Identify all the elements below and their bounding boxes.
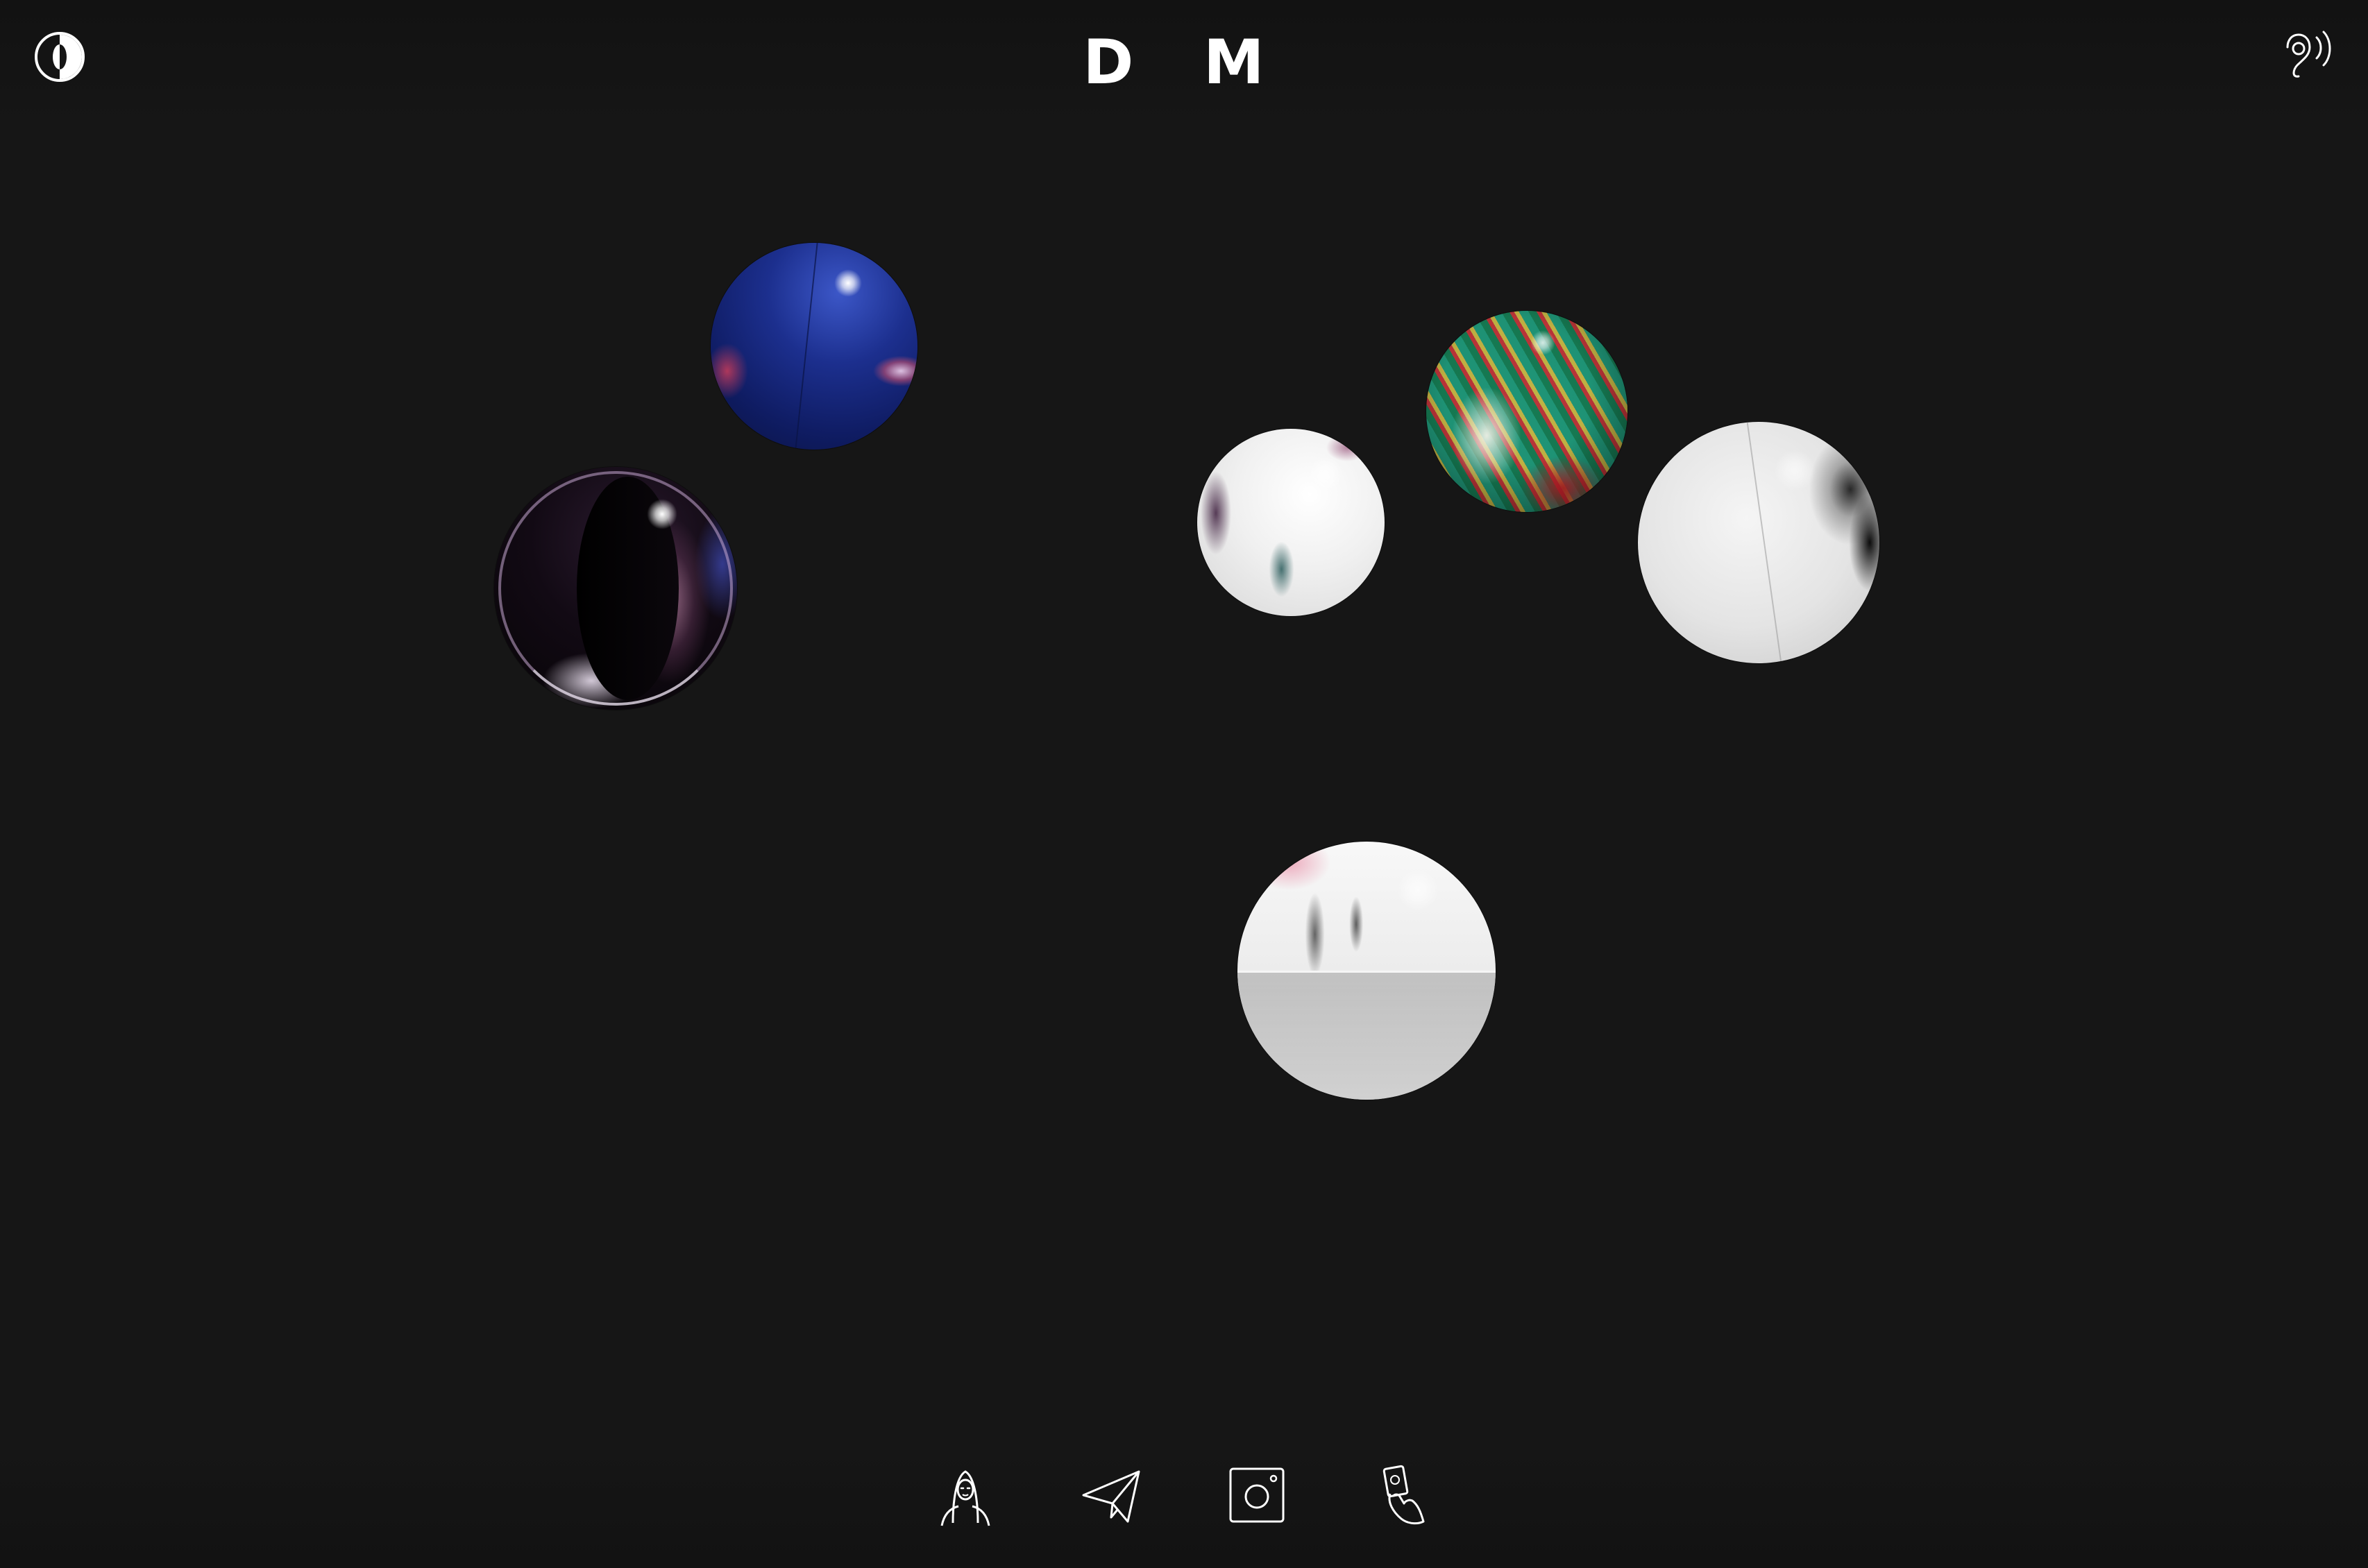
audio-toggle-button[interactable]	[2278, 28, 2340, 90]
title-letter-m: M	[1203, 26, 1285, 98]
instagram-icon	[1229, 1467, 1285, 1523]
sphere-shade	[1426, 311, 1627, 512]
sphere-highlight	[647, 499, 677, 529]
bottom-nav	[0, 1457, 2368, 1533]
nav-instagram-button[interactable]	[1222, 1460, 1292, 1530]
white-sphere-large[interactable]	[1638, 422, 1879, 663]
sphere-horizon	[1237, 971, 1496, 1100]
nav-portrait-button[interactable]	[931, 1460, 1000, 1530]
white-sphere-small[interactable]	[1197, 429, 1385, 616]
mona-lisa-icon	[940, 1470, 990, 1526]
dark-sphere[interactable]	[494, 467, 737, 710]
nav-tarot-button[interactable]	[1368, 1460, 1437, 1530]
colorful-sphere[interactable]	[1426, 311, 1627, 512]
nav-message-button[interactable]	[1076, 1460, 1146, 1530]
sphere-rim	[498, 471, 733, 706]
sphere-highlight	[1397, 869, 1439, 911]
site-title: D M	[0, 21, 2368, 104]
ear-sound-icon	[2286, 31, 2331, 78]
sphere-seam	[795, 243, 818, 450]
hand-card-icon	[1382, 1465, 1425, 1525]
sphere-highlight	[834, 269, 862, 297]
app-window: D M	[0, 0, 2368, 1568]
sphere-highlight	[1308, 457, 1343, 491]
sphere-highlight	[1530, 330, 1555, 355]
chrome-sphere[interactable]	[1237, 842, 1496, 1100]
blue-sphere[interactable]	[711, 243, 917, 450]
sphere-highlight	[1774, 450, 1816, 491]
paper-plane-icon	[1082, 1470, 1140, 1523]
sphere-seam	[1746, 422, 1782, 663]
title-letter-d: D	[1083, 26, 1155, 98]
